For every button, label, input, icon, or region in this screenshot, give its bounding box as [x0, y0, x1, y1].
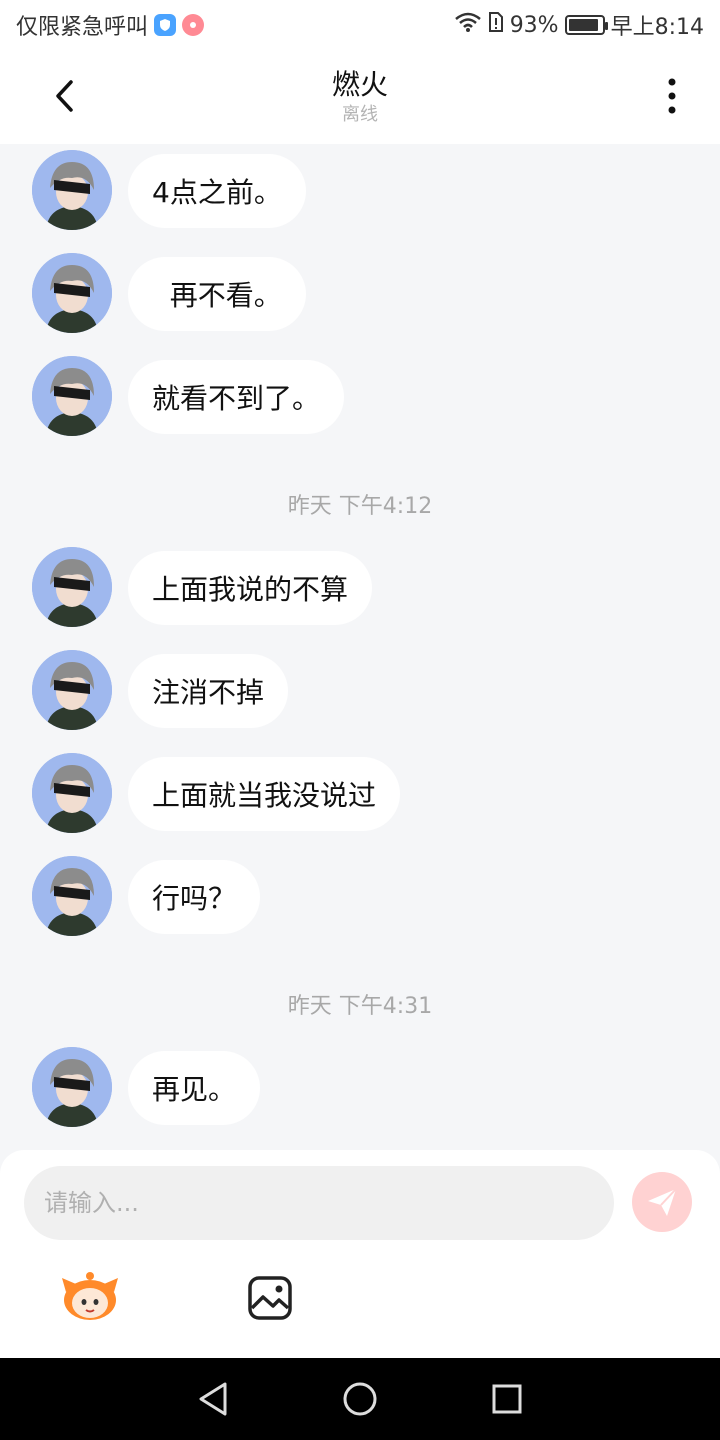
- square-recents-icon: [492, 1384, 522, 1414]
- nav-back-button[interactable]: [189, 1375, 237, 1423]
- battery-icon: [564, 15, 608, 35]
- more-options-button[interactable]: [648, 72, 696, 120]
- image-icon: [248, 1276, 292, 1320]
- sim-alert-icon: [488, 11, 504, 39]
- status-right: 93% 早上8:14: [454, 9, 704, 41]
- message-bubble[interactable]: 注消不掉: [128, 654, 289, 728]
- status-left: 仅限紧急呼叫: [16, 9, 454, 41]
- message-input[interactable]: [24, 1166, 614, 1240]
- circle-home-icon: [343, 1382, 377, 1416]
- online-status: 离线: [341, 104, 378, 125]
- wifi-icon: [454, 11, 482, 39]
- message-row: 上面我说的不算: [32, 547, 373, 627]
- message-row: 再不看。: [32, 253, 306, 333]
- security-shield-icon: [154, 14, 177, 36]
- nav-home-button[interactable]: [336, 1375, 384, 1423]
- send-button[interactable]: [632, 1172, 692, 1232]
- emoji-mascot-icon: [62, 1272, 118, 1320]
- avatar[interactable]: [32, 253, 112, 333]
- battery-fill: [568, 19, 599, 31]
- system-nav-bar: [0, 1358, 720, 1440]
- page-title: 燃火: [331, 68, 388, 101]
- message-bubble[interactable]: 再见。: [128, 1051, 261, 1125]
- message-row: 行吗？: [32, 856, 261, 936]
- send-icon: [648, 1188, 677, 1216]
- message-bubble[interactable]: 4点之前。: [128, 154, 306, 228]
- message-row: 4点之前。: [32, 150, 306, 230]
- message-row: 就看不到了。: [32, 356, 345, 436]
- avatar[interactable]: [32, 150, 112, 230]
- message-row: 注消不掉: [32, 650, 289, 730]
- avatar[interactable]: [32, 753, 112, 833]
- avatar[interactable]: [32, 856, 112, 936]
- battery-percent: 93%: [509, 12, 559, 38]
- triangle-back-icon: [199, 1382, 227, 1416]
- nav-recents-button[interactable]: [483, 1375, 531, 1423]
- avatar[interactable]: [32, 356, 112, 436]
- input-panel: [0, 1150, 720, 1358]
- message-row: 再见。: [32, 1047, 261, 1127]
- title-block: 燃火 离线: [332, 67, 388, 127]
- message-bubble[interactable]: 行吗？: [128, 860, 261, 934]
- avatar[interactable]: [32, 547, 112, 627]
- avatar[interactable]: [32, 650, 112, 730]
- chevron-left-icon: [56, 80, 73, 112]
- status-bar: 仅限紧急呼叫 93% 早上8:14: [0, 0, 720, 50]
- status-time: 早上8:14: [610, 15, 704, 40]
- emoji-button[interactable]: [60, 1270, 120, 1322]
- chat-screen: 仅限紧急呼叫 93% 早上8:14 燃火 离线 4点之前。 再不看。 就看不到了…: [0, 0, 720, 1440]
- message-bubble[interactable]: 再不看。: [128, 257, 306, 331]
- message-row: 上面就当我没说过: [32, 753, 401, 833]
- timestamp-separator: 昨天 下午4:12: [287, 494, 433, 519]
- carrier-text: 仅限紧急呼叫: [16, 15, 149, 40]
- image-picker-button[interactable]: [246, 1274, 294, 1322]
- avatar[interactable]: [32, 1047, 112, 1127]
- app-notification-icon: [182, 14, 205, 36]
- more-vertical-icon: [668, 78, 676, 114]
- timestamp-separator: 昨天 下午4:31: [287, 994, 433, 1019]
- chat-header: 燃火 离线: [0, 50, 720, 144]
- message-bubble[interactable]: 就看不到了。: [128, 360, 345, 434]
- message-bubble[interactable]: 上面我说的不算: [128, 551, 373, 625]
- message-list[interactable]: 4点之前。 再不看。 就看不到了。 昨天 下午4:12 上面我说的不算 注消不掉…: [0, 144, 720, 1150]
- back-button[interactable]: [40, 72, 88, 120]
- message-bubble[interactable]: 上面就当我没说过: [128, 757, 401, 831]
